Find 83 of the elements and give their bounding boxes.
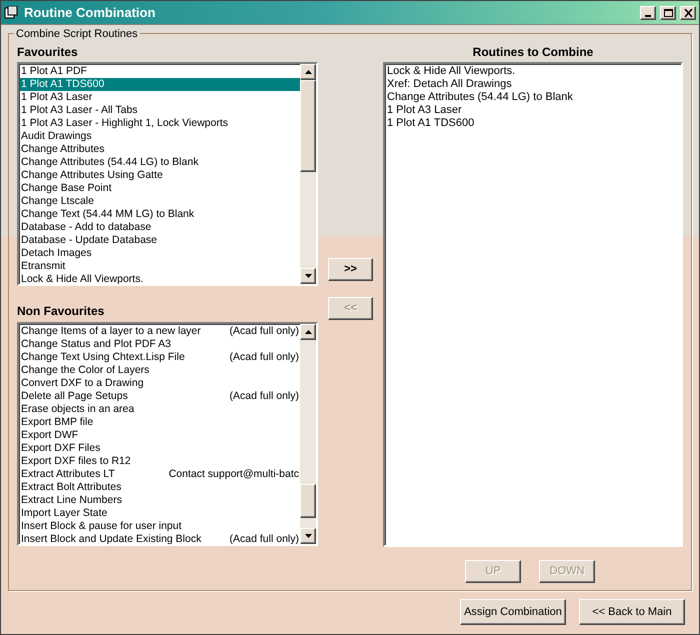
action-button[interactable]: << Back to Main xyxy=(579,599,685,625)
list-item[interactable]: Extract Bolt Attributes xyxy=(20,481,300,494)
list-item[interactable]: Database - Update Database xyxy=(20,234,300,247)
list-item[interactable]: Erase objects in an area xyxy=(20,403,300,416)
list-item[interactable]: Change Attributes xyxy=(20,143,300,156)
list-item[interactable]: 1 Plot A1 TDS600 xyxy=(20,78,300,91)
app-icon xyxy=(4,6,20,20)
scroll-thumb[interactable] xyxy=(300,80,316,172)
item-label: Extract Line Numbers xyxy=(21,494,122,507)
list-box[interactable] xyxy=(17,62,318,286)
list-item[interactable]: Change Ltscale xyxy=(20,195,300,208)
list-item[interactable]: Insert Block and Update Existing Block (Acad full only) xyxy=(20,533,300,544)
list-item[interactable]: 1 Plot A3 Laser xyxy=(20,91,300,104)
close-button[interactable] xyxy=(680,6,696,20)
item-label: Change Status and Plot PDF A3 xyxy=(21,338,172,351)
list-item[interactable]: 1 Plot A1 PDF xyxy=(20,65,300,78)
scrollbar[interactable] xyxy=(300,64,316,284)
item-label: Convert DXF to a Drawing xyxy=(21,377,144,390)
list-item[interactable]: Change Text Using Chtext.Lisp File (Acad full only) xyxy=(20,351,300,364)
list-item[interactable]: Database - Add to database xyxy=(20,221,300,234)
item-label: Export BMP file xyxy=(21,416,94,429)
item-label: Extract Bolt Attributes xyxy=(21,481,122,494)
scroll-thumb[interactable] xyxy=(300,484,316,518)
item-label: Insert Block & pause for user input xyxy=(21,520,182,533)
list-item[interactable]: 1 Plot A3 Laser xyxy=(387,104,681,117)
list-item[interactable]: Extract Attributes LT Contact support@multi-batc xyxy=(20,468,300,481)
item-label: Insert Block and Update Existing Block xyxy=(21,533,202,544)
list-item[interactable]: Export DXF files to R12 xyxy=(20,455,300,468)
item-note: (Acad full only) xyxy=(228,351,299,364)
item-note: (Acad full only) xyxy=(228,390,299,403)
group-title: Combine Script Routines xyxy=(14,26,140,42)
maximize-icon xyxy=(664,8,672,16)
list-item[interactable]: Delete all Page Setups (Acad full only) xyxy=(20,390,300,403)
list-item[interactable]: Change Text (54.44 MM LG) to Blank xyxy=(20,208,300,221)
routines-label: Routines to Combine xyxy=(472,44,594,61)
item-label: Erase objects in an area xyxy=(21,403,134,416)
list-item[interactable]: Change Attributes (54.44 LG) to Blank xyxy=(20,156,300,169)
item-note: Contact support@multi-batc xyxy=(168,468,299,481)
non-favourites-label: Non Favourites xyxy=(17,303,106,320)
list-item[interactable]: Change Status and Plot PDF A3 xyxy=(20,338,300,351)
list-item[interactable]: Change Attributes (54.44 LG) to Blank xyxy=(387,91,681,104)
list-item[interactable]: Extract Line Numbers xyxy=(20,494,300,507)
list-item[interactable]: Change Items of a layer to a new layer (Acad full only) xyxy=(20,325,300,338)
list-item[interactable]: Convert DXF to a Drawing xyxy=(20,377,300,390)
list-item[interactable]: Detach Images xyxy=(20,247,300,260)
list-item[interactable]: Change Base Point xyxy=(20,182,300,195)
item-label: Extract Attributes LT xyxy=(21,468,115,481)
list-item[interactable]: Import Layer State xyxy=(20,507,300,520)
list-item[interactable]: Export DXF Files xyxy=(20,442,300,455)
list-item[interactable]: Insert Block & pause for user input xyxy=(20,520,300,533)
list-item[interactable]: Change the Color of Layers xyxy=(20,364,300,377)
maximize-button[interactable] xyxy=(660,6,676,20)
close-icon xyxy=(684,8,692,16)
action-button[interactable]: Assign Combination xyxy=(460,599,566,625)
window-title: Routine Combination xyxy=(24,4,156,22)
item-note: (Acad full only) xyxy=(228,533,299,544)
item-label: Change Text Using Chtext.Lisp File xyxy=(21,351,185,364)
item-label: Export DXF files to R12 xyxy=(21,455,131,468)
list-item[interactable]: 1 Plot A3 Laser - Highlight 1, Lock Viewports xyxy=(20,117,300,130)
list-box[interactable]: Lock & Hide All Viewports. Xref: Detach All Drawings Change Attributes (54.44 LG) to Blank 1 Plot A3 Laser 1 Plot A1 TDS600 xyxy=(383,62,683,547)
list-item[interactable]: 1 Plot A1 TDS600 xyxy=(387,117,681,130)
list-item[interactable]: Etransmit xyxy=(20,260,300,273)
list-item[interactable]: Export BMP file xyxy=(20,416,300,429)
list-item[interactable]: 1 Plot A3 Laser - All Tabs xyxy=(20,104,300,117)
list-item[interactable]: Lock & Hide All Viewports. xyxy=(20,273,300,284)
scrollbar[interactable] xyxy=(300,324,316,544)
item-label: Export DWF xyxy=(21,429,78,442)
list-box[interactable] xyxy=(17,322,318,546)
item-label: Change the Color of Layers xyxy=(21,364,150,377)
minimize-button[interactable] xyxy=(640,6,656,20)
item-label: Delete all Page Setups xyxy=(21,390,128,403)
favourites-label: Favourites xyxy=(17,44,79,61)
list-item[interactable]: Xref: Detach All Drawings xyxy=(387,78,681,91)
item-note: (Acad full only) xyxy=(228,325,299,338)
list-item[interactable]: Export DWF xyxy=(20,429,300,442)
list-item[interactable]: Change Attributes Using Gatte xyxy=(20,169,300,182)
item-label: Export DXF Files xyxy=(21,442,100,455)
move-button[interactable]: >> xyxy=(328,258,373,281)
list-item[interactable]: Audit Drawings xyxy=(20,130,300,143)
item-label: Change Items of a layer to a new layer xyxy=(21,325,201,338)
item-label: Import Layer State xyxy=(21,507,108,520)
minimize-icon xyxy=(645,14,651,16)
list-item[interactable]: Lock & Hide All Viewports. xyxy=(387,65,681,78)
